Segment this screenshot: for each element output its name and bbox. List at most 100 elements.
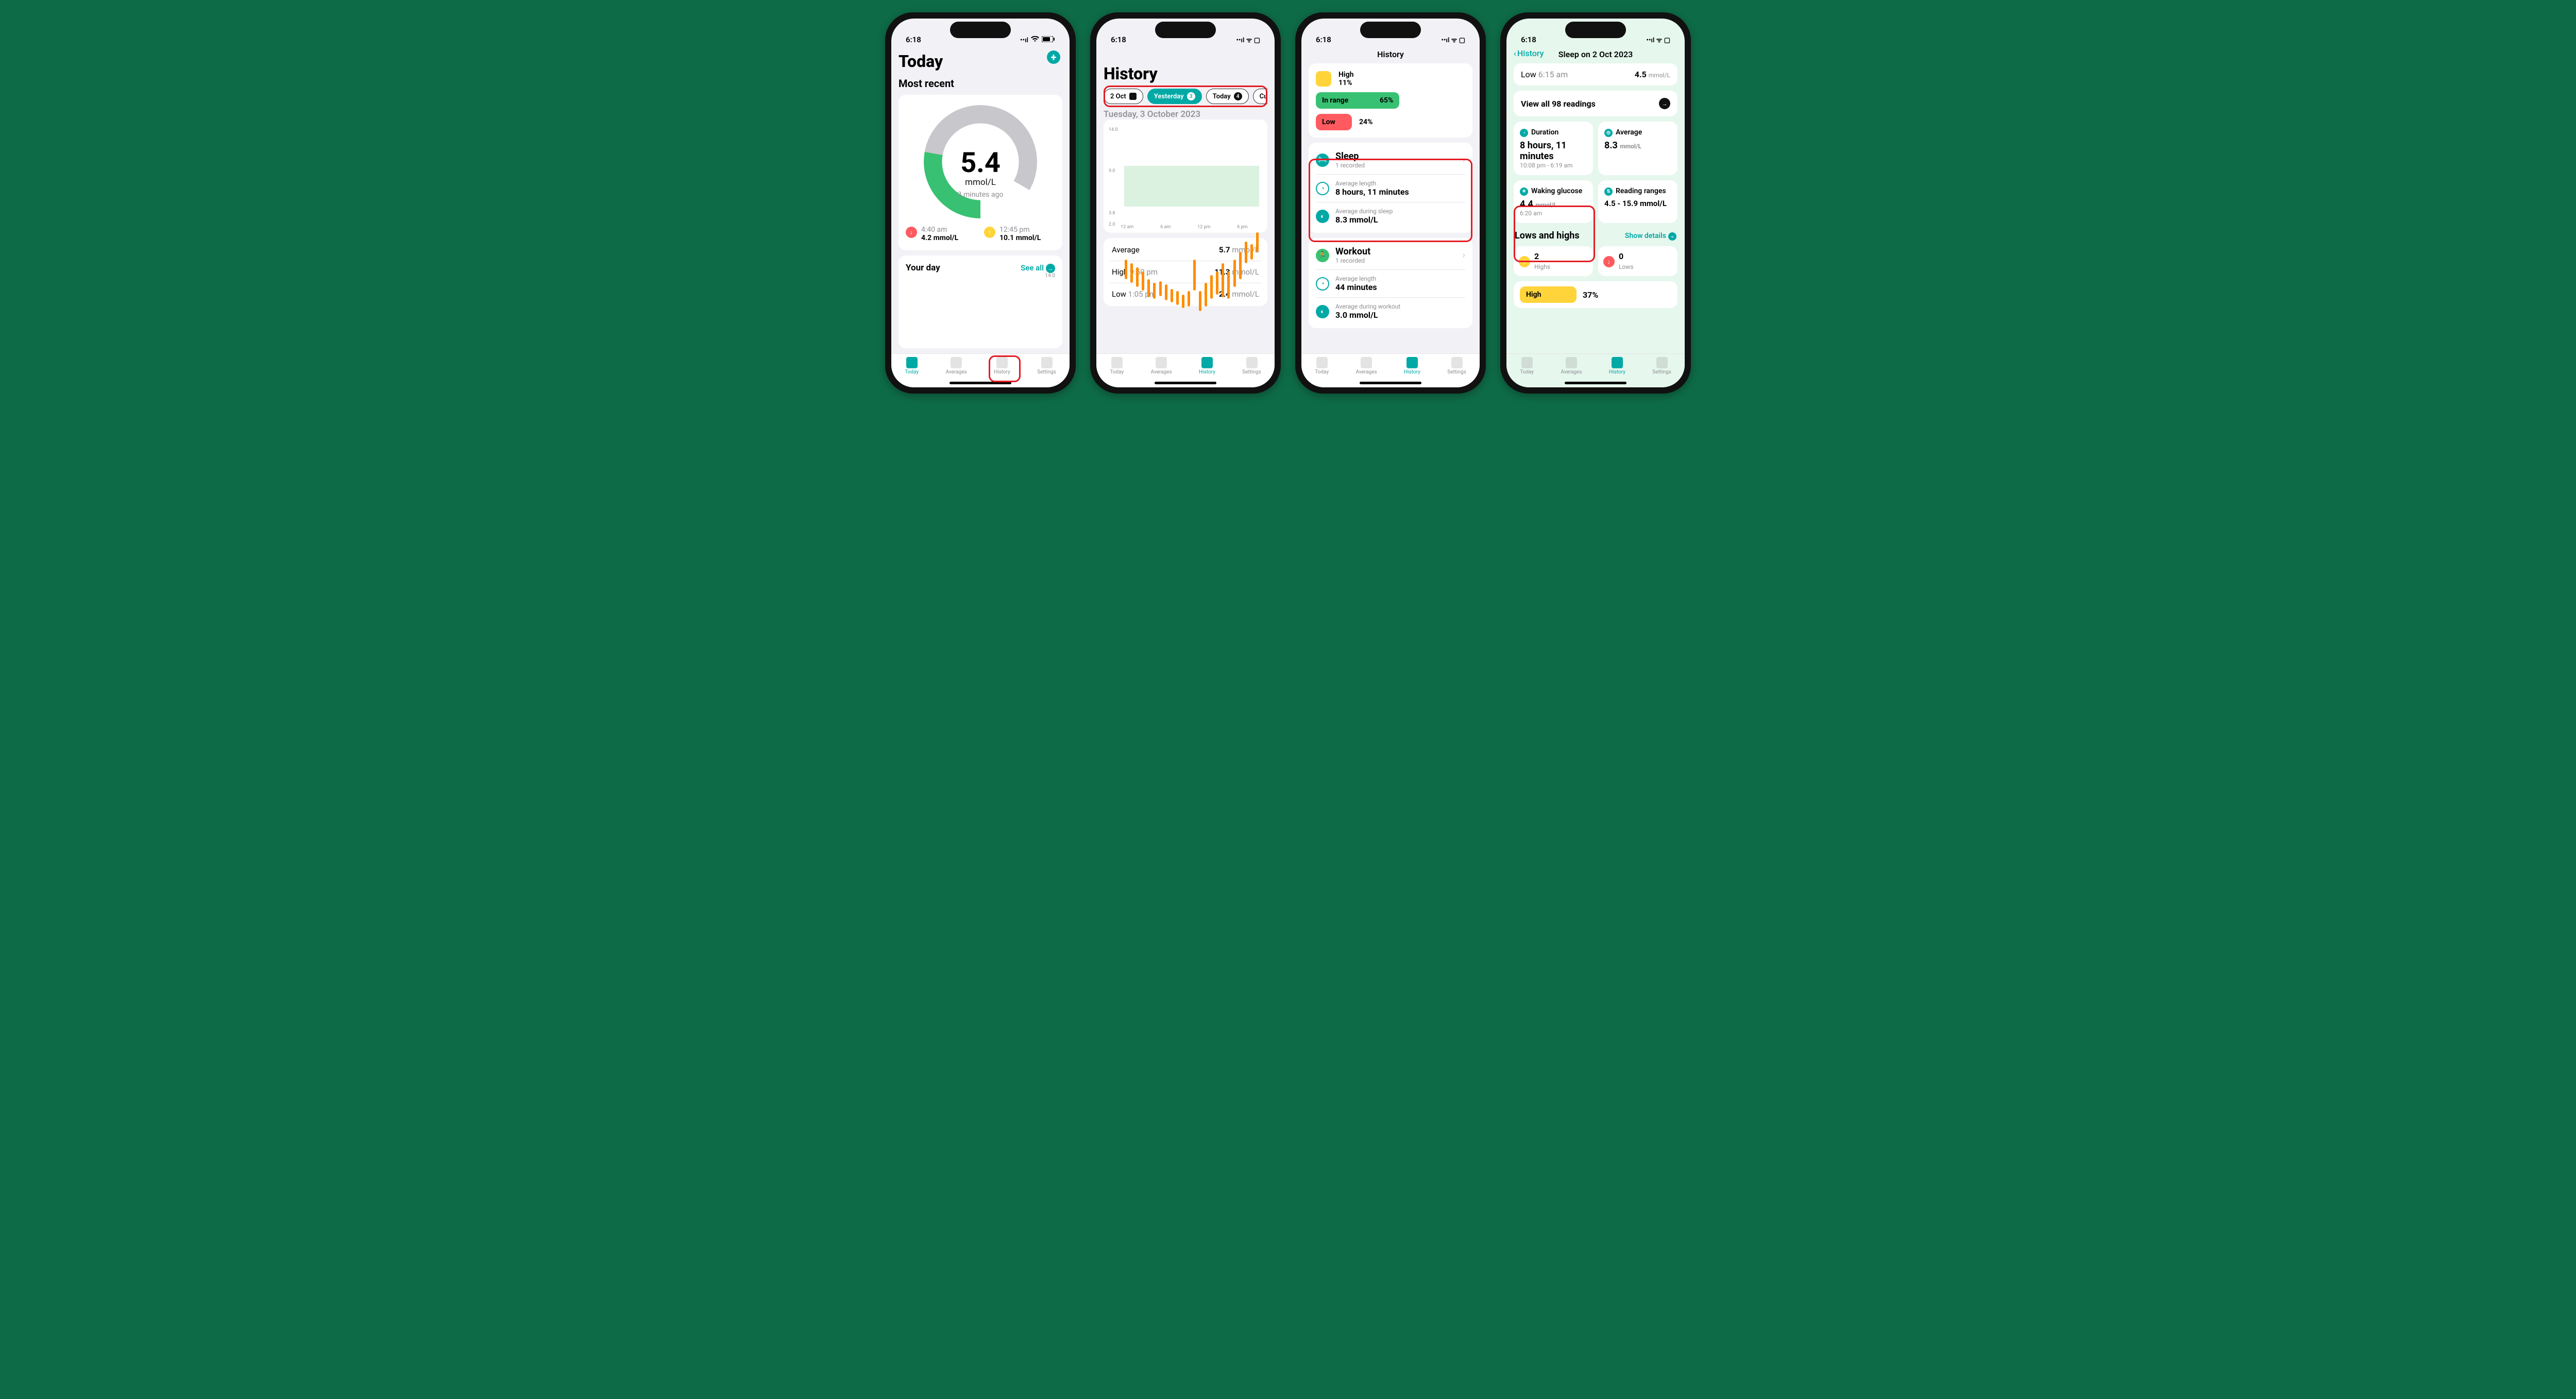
screen-history-chart: 6:18 ••ıl ᯤ ▢ History 2 Oct Yesterday3 T… (1096, 19, 1275, 387)
chip-yesterday[interactable]: Yesterday3 (1147, 89, 1202, 104)
ytick-9: 9.0 (1109, 168, 1115, 174)
wifi-icon (1031, 36, 1039, 44)
status-icons: ••ıl ᯤ ▢ (1646, 35, 1670, 44)
sunrise-icon: ☀ (1520, 187, 1528, 196)
tab-averages[interactable]: Averages (1356, 357, 1377, 375)
glucose-value: 5.4 (960, 147, 1001, 179)
calendar-icon (1612, 357, 1623, 368)
home-indicator[interactable] (1155, 382, 1216, 384)
chip-today[interactable]: Today4 (1206, 89, 1249, 104)
calendar-mini-icon (1129, 93, 1137, 100)
home-indicator[interactable] (1360, 382, 1421, 384)
sun-icon (1521, 357, 1533, 368)
chevron-right-icon: › (1463, 155, 1465, 165)
calendar-icon (996, 357, 1008, 368)
sleep-avg-during: ◐ Average during sleep8.3 mmol/L (1316, 202, 1465, 230)
high-bar-card: High 37% (1514, 281, 1677, 308)
section-title-most-recent: Most recent (899, 77, 1062, 90)
stats-card: Average 5.7 mmol/L High 9:50 pm 11.3 mmo… (1104, 238, 1267, 306)
sun-icon (1111, 357, 1123, 368)
chart-icon (951, 357, 962, 368)
chip-2oct[interactable]: 2 Oct (1104, 89, 1143, 104)
nav-bar: History (1301, 46, 1480, 63)
status-time: 6:18 (1521, 35, 1536, 44)
glucose-chart[interactable]: 14.0 9.0 3.8 2.0 12 am 6 am 12 pm 6 pm (1109, 127, 1262, 230)
xtick-6pm: 6 pm (1237, 225, 1247, 230)
glucose-chart-card[interactable]: 14.0 9.0 3.8 2.0 12 am 6 am 12 pm 6 pm (1104, 120, 1267, 233)
tab-today[interactable]: Today (1110, 357, 1124, 375)
tile-average: ◎Average 8.3 mmol/L (1598, 122, 1677, 175)
xtick-6am: 6 am (1160, 225, 1171, 230)
tab-averages[interactable]: Averages (946, 357, 967, 375)
home-indicator[interactable] (1565, 382, 1626, 384)
high-swatch (1316, 71, 1331, 87)
ytick-3p8: 3.8 (1109, 211, 1115, 216)
tile-duration: ◔Duration 8 hours, 11 minutes 10:08 pm -… (1514, 122, 1593, 175)
tab-settings[interactable]: Settings (1037, 357, 1056, 375)
xtick-12pm: 12 pm (1197, 225, 1210, 230)
cellular-icon: ••ıl (1020, 37, 1028, 44)
status-icons: ••ıl (1020, 36, 1055, 44)
tab-averages[interactable]: Averages (1561, 357, 1582, 375)
tab-today[interactable]: Today (1315, 357, 1329, 375)
stat-tiles: ◔Duration 8 hours, 11 minutes 10:08 pm -… (1514, 122, 1677, 223)
sun-icon (1316, 357, 1328, 368)
back-button[interactable]: ‹ History (1514, 48, 1544, 58)
tab-history[interactable]: History (1609, 357, 1625, 375)
workout-avg-during: ◐ Average during workout3.0 mmol/L (1316, 297, 1465, 325)
chip-custom[interactable]: Custom (1253, 89, 1267, 104)
add-button[interactable]: + (1047, 50, 1060, 64)
sun-icon (906, 357, 918, 368)
tab-history[interactable]: History (1404, 357, 1420, 375)
run-icon: 🏃 (1316, 249, 1329, 262)
chevron-down-icon: ⌄ (1668, 232, 1676, 241)
screen-sleep-detail: 6:18 ••ıl ᯤ ▢ ‹ History Sleep on 2 Oct 2… (1506, 19, 1685, 387)
status-icons: ••ıl ᯤ ▢ (1441, 35, 1465, 44)
range-high: High11% (1316, 71, 1465, 87)
arrow-down-icon: ↓ (1603, 256, 1615, 267)
clock-icon: ◔ (1520, 129, 1528, 137)
gear-icon (1451, 357, 1463, 368)
phone-frame-2: 6:18 ••ıl ᯤ ▢ History 2 Oct Yesterday3 T… (1090, 12, 1281, 394)
target-icon: ◎ (1604, 129, 1613, 137)
tile-waking: ☀Waking glucose 4.4 mmol/L 6:20 am (1514, 180, 1593, 223)
page-title: History (1104, 64, 1267, 83)
tab-today[interactable]: Today (1520, 357, 1534, 375)
tab-today[interactable]: Today (905, 357, 919, 375)
home-indicator[interactable] (950, 382, 1011, 384)
arrow-right-icon: → (1046, 264, 1055, 273)
see-all-link[interactable]: See all → (1021, 263, 1055, 273)
glucose-ring-card: 5.4 mmol/L 3 minutes ago ↓ 4:40 am 4.2 m… (899, 95, 1062, 250)
screen-today: 6:18 ••ıl + Today Most recent 5.4 mmol/L (891, 19, 1070, 387)
chart-icon (1566, 357, 1577, 368)
phone-frame-4: 6:18 ••ıl ᯤ ▢ ‹ History Sleep on 2 Oct 2… (1500, 12, 1691, 394)
glucose-unit: mmol/L (965, 177, 996, 187)
nav-title: History (1377, 49, 1404, 59)
chart-icon (1156, 357, 1167, 368)
date-chips[interactable]: 2 Oct Yesterday3 Today4 Custom (1104, 89, 1267, 104)
workout-header-row[interactable]: 🏃 Workout1 recorded › (1316, 241, 1465, 269)
workout-avg-length: ◔ Average length44 minutes (1316, 269, 1465, 297)
view-all-readings[interactable]: View all 98 readings → (1514, 91, 1677, 116)
your-day-card[interactable]: Your day See all → 14.0 (899, 255, 1062, 348)
status-time: 6:18 (1111, 35, 1126, 44)
stat-average: Average 5.7 mmol/L (1110, 239, 1261, 261)
chart-date-label: Tuesday, 3 October 2023 (1104, 109, 1267, 120)
chevron-right-icon: › (1463, 250, 1465, 261)
sleep-header-row[interactable]: 🛏 Sleep1 recorded › (1316, 146, 1465, 174)
tab-history[interactable]: History (994, 357, 1010, 375)
glucose-timestamp: 3 minutes ago (958, 191, 1004, 199)
your-day-ymax: 14.0 (906, 273, 1055, 279)
stat-low: Low 1:05 pm 2.4 mmol/L (1110, 283, 1261, 305)
chart-bars (1124, 127, 1259, 220)
chart-icon (1361, 357, 1372, 368)
tab-settings[interactable]: Settings (1447, 357, 1466, 375)
show-details-link[interactable]: Show details ⌄ (1625, 231, 1676, 241)
tab-averages[interactable]: Averages (1151, 357, 1172, 375)
tab-history[interactable]: History (1199, 357, 1215, 375)
clock-icon: ◔ (1316, 182, 1329, 195)
tab-settings[interactable]: Settings (1652, 357, 1671, 375)
low-bar: Low (1316, 114, 1352, 130)
arrow-right-icon: → (1659, 98, 1670, 109)
tab-settings[interactable]: Settings (1242, 357, 1261, 375)
